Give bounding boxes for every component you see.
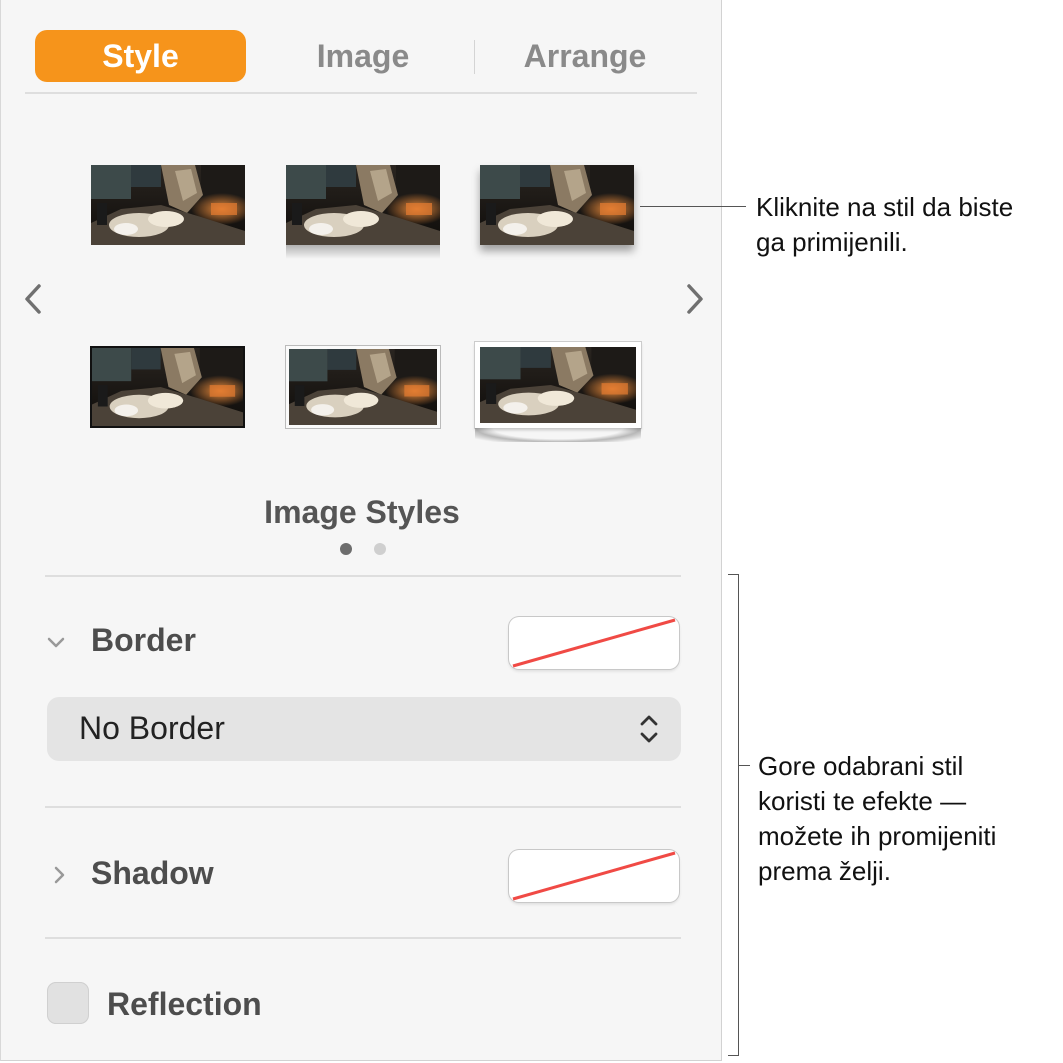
shadow-label: Shadow bbox=[91, 855, 214, 891]
border-chevron-down-icon[interactable] bbox=[45, 632, 67, 654]
tab-arrange[interactable]: Arrange bbox=[485, 30, 685, 82]
image-style-drop-shadow[interactable] bbox=[480, 165, 634, 245]
effects-callout-text: Gore odabrani stil koristi te efekte — m… bbox=[758, 751, 997, 886]
page-dot-2[interactable] bbox=[374, 543, 386, 555]
image-style-thin-white-border[interactable] bbox=[286, 346, 440, 428]
section-divider bbox=[45, 937, 681, 939]
border-label: Border bbox=[91, 622, 196, 658]
tab-image[interactable]: Image bbox=[263, 30, 463, 82]
reflection-label: Reflection bbox=[107, 986, 262, 1022]
reflection-checkbox[interactable] bbox=[47, 982, 89, 1024]
effects-bracket-tick bbox=[738, 765, 750, 766]
border-color-well[interactable] bbox=[509, 617, 679, 669]
image-style-thick-white-border[interactable] bbox=[475, 342, 641, 428]
tabs-divider bbox=[25, 92, 697, 94]
shadow-chevron-right-icon[interactable] bbox=[49, 864, 71, 886]
border-type-value: No Border bbox=[79, 710, 225, 746]
shadow-color-well[interactable] bbox=[509, 850, 679, 902]
section-divider bbox=[45, 575, 681, 577]
up-down-chevrons-icon bbox=[639, 713, 659, 745]
image-styles-title: Image Styles bbox=[264, 494, 460, 530]
effects-bracket-line bbox=[738, 574, 739, 1056]
styles-callout-line bbox=[640, 206, 746, 207]
tab-divider bbox=[474, 40, 475, 74]
image-style-plain[interactable] bbox=[91, 165, 245, 245]
page-dot-1[interactable] bbox=[340, 543, 352, 555]
image-style-thin-black-border[interactable] bbox=[90, 346, 245, 428]
effects-bracket-top bbox=[728, 574, 739, 575]
format-inspector-panel: Style Image Arrange Image Styles Border bbox=[0, 0, 722, 1061]
reflection-effect bbox=[286, 245, 440, 259]
styles-callout-text: Kliknite na stil da biste ga primijenili… bbox=[756, 192, 1014, 257]
previous-styles-arrow-icon[interactable] bbox=[19, 282, 47, 316]
curl-shadow-effect bbox=[475, 428, 641, 442]
border-type-popup[interactable]: No Border bbox=[47, 697, 681, 761]
section-divider bbox=[45, 806, 681, 808]
image-style-reflection[interactable] bbox=[286, 165, 440, 245]
effects-bracket-bottom bbox=[728, 1055, 739, 1056]
tab-style[interactable]: Style bbox=[35, 30, 246, 82]
next-styles-arrow-icon[interactable] bbox=[681, 282, 709, 316]
